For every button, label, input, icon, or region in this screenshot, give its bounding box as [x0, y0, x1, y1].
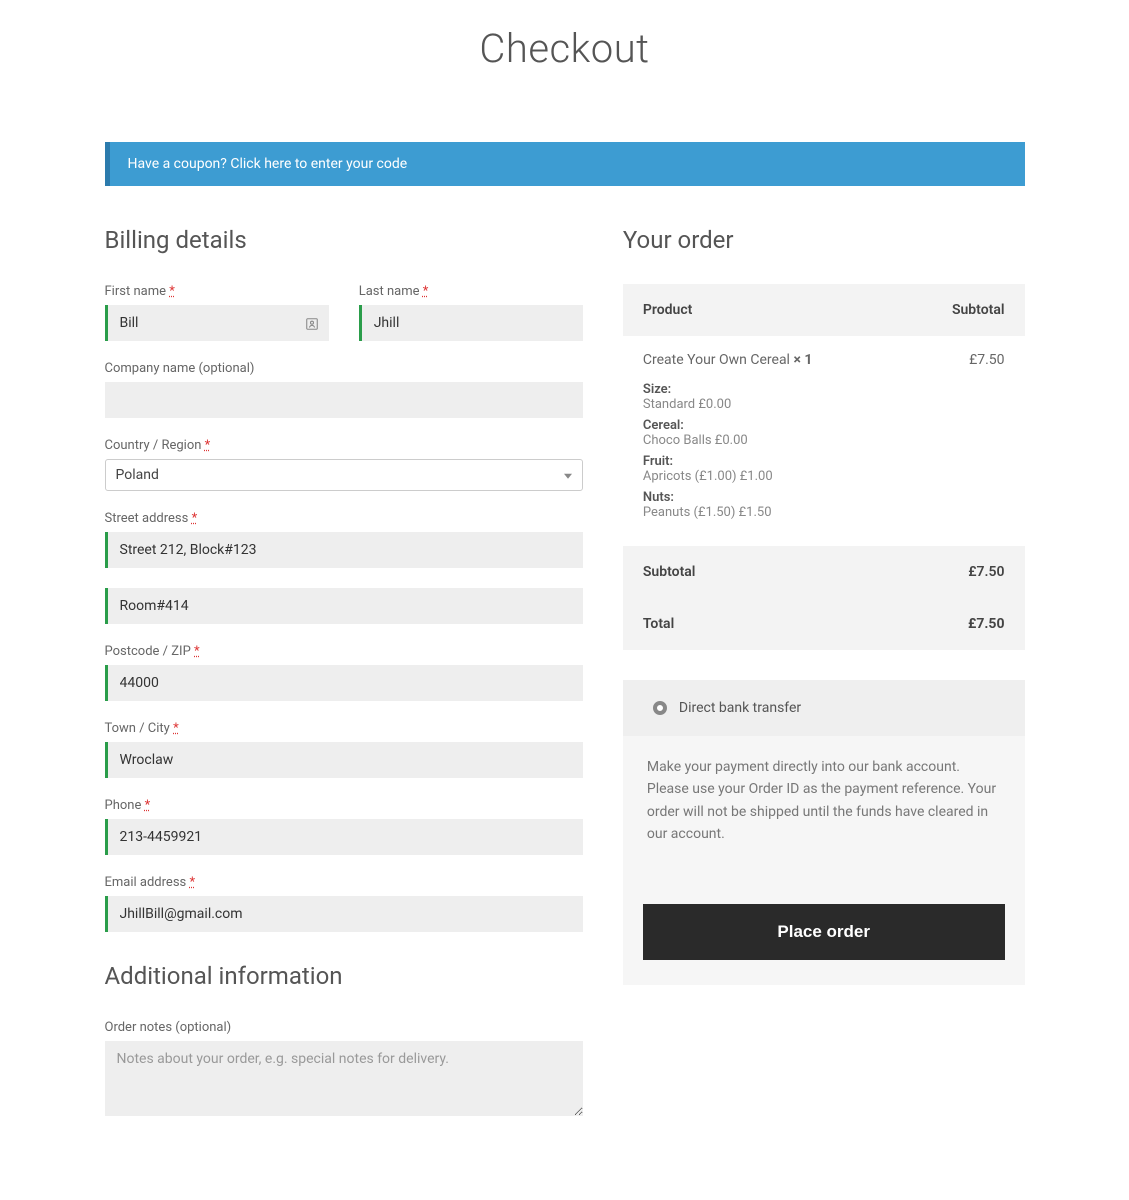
order-attr-value: Choco Balls £0.00	[643, 433, 1005, 448]
radio-selected-icon	[653, 701, 667, 715]
payment-description: Make your payment directly into our bank…	[623, 736, 1025, 874]
order-attr-value: Apricots (£1.00) £1.00	[643, 469, 1005, 484]
order-item-name: Create Your Own Cereal × 1	[643, 352, 813, 368]
postcode-label: Postcode / ZIP *	[105, 644, 583, 659]
country-select[interactable]: Poland	[105, 459, 583, 491]
phone-label: Phone *	[105, 798, 583, 813]
email-field[interactable]	[105, 896, 583, 932]
order-subtotal-value: £7.50	[968, 564, 1004, 580]
billing-heading: Billing details	[105, 226, 583, 254]
order-total-label: Total	[643, 616, 674, 632]
page-title: Checkout	[105, 25, 1025, 72]
email-label: Email address *	[105, 875, 583, 890]
order-attr-label: Fruit:	[643, 454, 1005, 469]
coupon-prefix: Have a coupon?	[128, 156, 231, 172]
coupon-link[interactable]: Click here to enter your code	[230, 156, 407, 172]
place-order-button[interactable]: Place order	[643, 904, 1005, 960]
company-label: Company name (optional)	[105, 361, 583, 376]
first-name-field[interactable]	[105, 305, 329, 341]
last-name-label: Last name *	[359, 284, 583, 299]
coupon-banner[interactable]: Have a coupon? Click here to enter your …	[105, 142, 1025, 186]
order-total-value: £7.50	[968, 616, 1004, 632]
order-heading: Your order	[623, 226, 1025, 254]
order-attr-label: Size:	[643, 382, 1005, 397]
order-col-subtotal: Subtotal	[952, 302, 1005, 318]
city-field[interactable]	[105, 742, 583, 778]
payment-box: Direct bank transfer Make your payment d…	[623, 680, 1025, 985]
order-notes-field[interactable]	[105, 1041, 583, 1116]
postcode-field[interactable]	[105, 665, 583, 701]
first-name-label: First name *	[105, 284, 329, 299]
order-item-price: £7.50	[969, 352, 1004, 368]
order-summary: Product Subtotal Create Your Own Cereal …	[623, 284, 1025, 650]
order-attr-value: Standard £0.00	[643, 397, 1005, 412]
order-attr-label: Cereal:	[643, 418, 1005, 433]
phone-field[interactable]	[105, 819, 583, 855]
order-attr-value: Peanuts (£1.50) £1.50	[643, 505, 1005, 520]
order-attr-label: Nuts:	[643, 490, 1005, 505]
last-name-field[interactable]	[359, 305, 583, 341]
street1-field[interactable]	[105, 532, 583, 568]
additional-heading: Additional information	[105, 962, 583, 990]
payment-option-label: Direct bank transfer	[679, 700, 801, 716]
contact-card-icon	[305, 316, 319, 330]
order-col-product: Product	[643, 302, 692, 318]
company-field[interactable]	[105, 382, 583, 418]
city-label: Town / City *	[105, 721, 583, 736]
order-subtotal-label: Subtotal	[643, 564, 696, 580]
order-notes-label: Order notes (optional)	[105, 1020, 583, 1035]
payment-option-bank-transfer[interactable]: Direct bank transfer	[623, 680, 1025, 736]
country-label: Country / Region *	[105, 438, 583, 453]
street2-field[interactable]	[105, 588, 583, 624]
street-label: Street address *	[105, 511, 583, 526]
